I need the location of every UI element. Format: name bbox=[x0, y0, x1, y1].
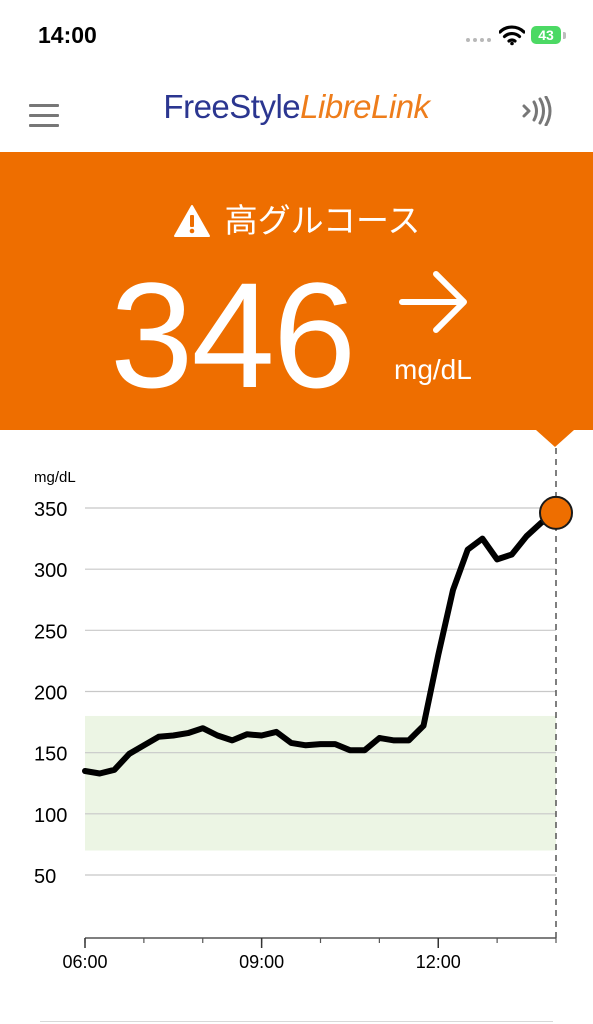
brand-name-freestyle: FreeStyle bbox=[163, 88, 301, 125]
scan-sensor-icon[interactable] bbox=[520, 96, 552, 126]
y-tick-label: 350 bbox=[34, 499, 67, 521]
battery-icon: 43 bbox=[531, 26, 569, 46]
x-tick-label: 12:00 bbox=[416, 952, 461, 972]
cellular-signal-icon bbox=[466, 38, 491, 42]
high-glucose-alert: 高グルコース bbox=[0, 194, 593, 242]
y-tick-label: 200 bbox=[34, 683, 67, 705]
x-tick-label: 06:00 bbox=[62, 952, 107, 972]
warning-icon bbox=[173, 205, 210, 237]
glucose-chart: 350 300 250 200 150 100 50 mg/dL 06:00 09:00 12:00 bbox=[34, 448, 573, 972]
brand-logo: FreeStyleLibreLink bbox=[0, 88, 593, 126]
brand-name-librelink: LibreLink bbox=[300, 88, 430, 125]
trend-arrow-right-icon bbox=[399, 271, 467, 333]
bottom-divider bbox=[40, 1021, 553, 1022]
y-axis-label: mg/dL bbox=[34, 469, 76, 486]
y-tick-label: 300 bbox=[34, 560, 67, 582]
glucose-value: 346 bbox=[110, 251, 356, 419]
y-tick-label: 100 bbox=[34, 805, 67, 827]
current-value-marker bbox=[539, 495, 573, 530]
status-bar: 14:00 43 bbox=[0, 0, 593, 70]
status-time: 14:00 bbox=[38, 22, 97, 48]
y-tick-label: 250 bbox=[34, 621, 67, 643]
wifi-icon bbox=[499, 25, 525, 46]
current-reading-pointer bbox=[536, 430, 574, 447]
battery-level: 43 bbox=[531, 26, 561, 44]
alert-label: 高グルコース bbox=[224, 202, 421, 239]
x-tick-label: 09:00 bbox=[239, 952, 284, 972]
glucose-unit: mg/dL bbox=[394, 354, 472, 385]
y-tick-label: 50 bbox=[34, 866, 56, 888]
y-tick-label: 150 bbox=[34, 744, 67, 766]
